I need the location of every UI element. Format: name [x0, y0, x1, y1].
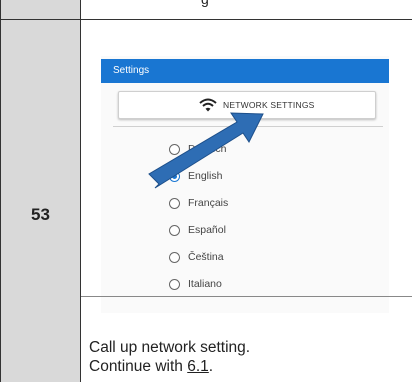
- pointer-arrow: [148, 112, 264, 189]
- language-option[interactable]: Italiano: [169, 276, 369, 294]
- language-option[interactable]: Français: [169, 195, 369, 213]
- caption-suffix: .: [208, 358, 214, 375]
- previous-row-text: g: [201, 0, 209, 7]
- settings-title: Settings: [113, 65, 150, 76]
- settings-header: Settings: [101, 59, 389, 83]
- step-number: 53: [31, 205, 50, 224]
- radio-unchecked-icon[interactable]: [169, 198, 180, 209]
- step-content-cell: Settings NETWORK SETTINGS DeutschEnglish…: [81, 20, 412, 382]
- app-screenshot: Settings NETWORK SETTINGS DeutschEnglish…: [101, 56, 389, 313]
- language-option[interactable]: Čeština: [169, 249, 369, 267]
- caption-line-1: Call up network setting.: [89, 339, 251, 356]
- previous-step-cell: [1, 0, 81, 19]
- language-label: Español: [188, 224, 226, 236]
- language-label: Čeština: [188, 251, 224, 263]
- language-label: Italiano: [188, 278, 222, 290]
- radio-unchecked-icon[interactable]: [169, 252, 180, 263]
- content-divider: [81, 296, 412, 297]
- language-label: Français: [188, 197, 229, 209]
- caption-line-2: Continue with 6.1.: [89, 357, 250, 376]
- instruction-table: g 53 Settings NETWORK SETTINGS DeutschEn…: [0, 0, 412, 382]
- previous-row-fragment: g: [1, 0, 412, 20]
- step-number-cell: 53: [1, 20, 81, 382]
- language-option[interactable]: Español: [169, 222, 369, 240]
- radio-unchecked-icon[interactable]: [169, 279, 180, 290]
- section-link[interactable]: 6.1: [187, 358, 209, 375]
- radio-unchecked-icon[interactable]: [169, 225, 180, 236]
- instruction-caption: Call up network setting. Continue with 6…: [89, 338, 250, 376]
- caption-prefix: Continue with: [89, 358, 188, 375]
